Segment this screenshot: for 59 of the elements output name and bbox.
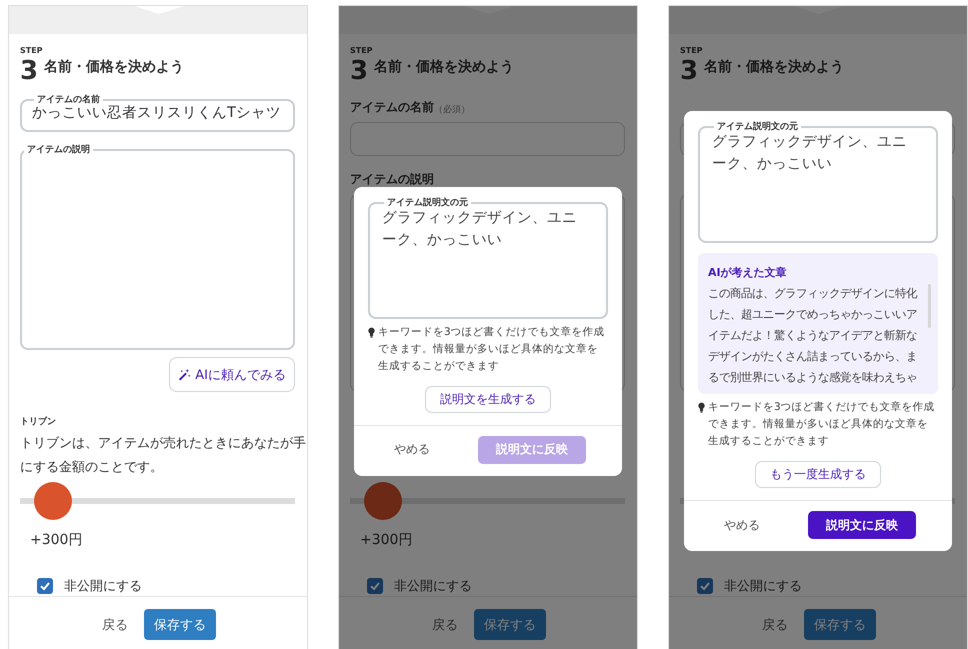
apply-button[interactable]: 説明文に反映 — [808, 511, 916, 539]
step-title: 名前・価格を決めよう — [704, 58, 844, 77]
section-description: トリブンは、アイテムが売れたときにあなたが手にする金額のことです。 — [20, 435, 307, 477]
magic-wand-icon — [178, 368, 192, 381]
check-icon — [699, 580, 711, 592]
cancel-button[interactable]: やめる — [720, 511, 764, 539]
price-slider[interactable] — [350, 480, 625, 522]
save-button[interactable]: 保存する — [144, 609, 216, 640]
step-number: 3 — [20, 58, 38, 84]
step-label: STEP — [350, 46, 374, 56]
back-button[interactable]: 戻る — [100, 609, 130, 641]
generate-button[interactable]: もう一度生成する — [755, 461, 881, 488]
step-label: STEP — [680, 46, 704, 56]
back-button[interactable]: 戻る — [430, 609, 460, 641]
field-label: アイテム説明文の元 — [716, 121, 799, 133]
required-note: （必須） — [434, 104, 470, 116]
field-label: アイテムの名前 — [350, 99, 434, 116]
generated-text: この商品は、グラフィックデザインに特化した、超ユニークでめっちゃかっこいいアイテムだよ！驚くようなアイデアと斬新なデザインがたくさん詰まっているから、まるで別世界にいるような感覚を味わえちゃ — [708, 286, 918, 386]
panel-title: AIが考えた文章 — [708, 265, 788, 281]
checkbox-label: 非公開にする — [394, 578, 472, 595]
check-icon — [39, 580, 51, 592]
checkbox-label: 非公開にする — [724, 578, 802, 595]
hint-text: キーワードを3つほど書くだけでも文章を作成できます。情報量が多いほど具体的な文章を生成することができます — [708, 400, 936, 449]
checkbox-label: 非公開にする — [64, 578, 142, 595]
section-label: トリブン — [20, 416, 57, 428]
source-text-field[interactable]: アイテム説明文の元 グラフィックデザイン、ユニーク、かっこいい — [368, 196, 608, 318]
price-value: +300円 — [360, 531, 412, 549]
ai-button[interactable]: AIに頼んでみる — [169, 357, 295, 392]
source-text-field[interactable]: アイテム説明文の元 グラフィックデザイン、ユニーク、かっこいい — [698, 121, 938, 243]
slider-thumb[interactable] — [364, 482, 402, 520]
field-value: かっこいい忍者スリスリくんTシャツ — [32, 104, 282, 123]
check-icon — [369, 580, 381, 592]
field-value: グラフィックデザイン、ユニーク、かっこいい — [382, 208, 578, 250]
field-value: グラフィックデザイン、ユニーク、かっこいい — [712, 133, 908, 174]
checkbox[interactable] — [697, 578, 713, 594]
name-field[interactable]: アイテムの名前 かっこいい忍者スリスリくんTシャツ — [20, 94, 295, 132]
price-slider[interactable] — [20, 480, 295, 522]
cancel-button[interactable]: やめる — [390, 436, 434, 464]
price-value: +300円 — [30, 531, 82, 549]
back-button[interactable]: 戻る — [760, 609, 790, 641]
step-label: STEP — [20, 46, 44, 56]
field-label: アイテムの説明 — [350, 171, 434, 188]
field-label: アイテム説明文の元 — [386, 196, 469, 208]
generate-button[interactable]: 説明文を生成する — [425, 386, 551, 412]
field-label: アイテムの名前 — [36, 94, 101, 106]
checkbox[interactable] — [367, 578, 383, 594]
step-title: 名前・価格を決めよう — [374, 58, 514, 77]
field-label: アイテムの説明 — [26, 144, 91, 156]
checkbox[interactable] — [37, 578, 53, 594]
step-title: 名前・価格を決めよう — [44, 58, 184, 77]
step-number: 3 — [350, 58, 368, 84]
step-number: 3 — [680, 58, 698, 84]
slider-thumb[interactable] — [34, 482, 72, 520]
description-field[interactable]: アイテムの説明 — [20, 144, 295, 350]
hint-text: キーワードを3つほど書くだけでも文章を作成できます。情報量が多いほど具体的な文章を生成することができます — [378, 324, 606, 374]
scrollbar[interactable] — [928, 284, 931, 328]
name-field[interactable] — [350, 122, 625, 156]
lightbulb-icon — [368, 326, 375, 338]
lightbulb-icon — [698, 402, 705, 413]
